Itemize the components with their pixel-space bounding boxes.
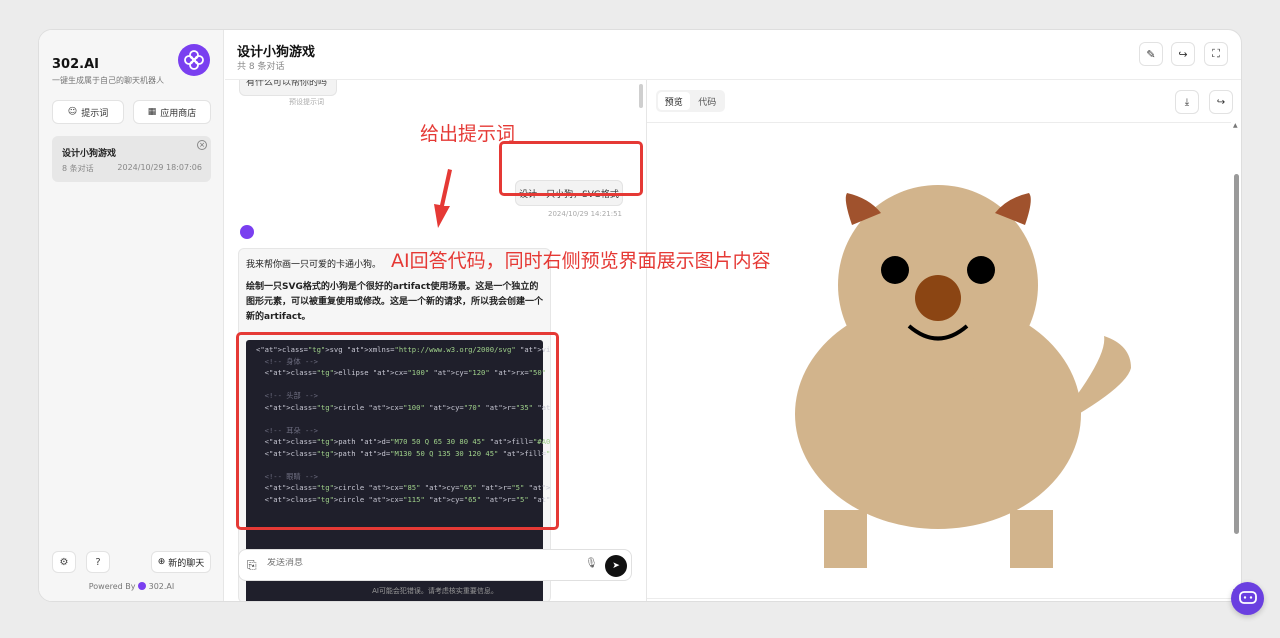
prompt-button-label: 提示词: [81, 108, 109, 119]
settings-button[interactable]: ⚙: [52, 551, 76, 573]
share-icon: ↪: [1178, 47, 1188, 61]
annotation-arrow-icon: [434, 169, 452, 228]
question-icon: ?: [95, 556, 101, 568]
dog-illustration: [795, 185, 1131, 568]
message-input[interactable]: [267, 558, 567, 568]
dog-nose: [915, 275, 961, 321]
grid-icon: ▦: [147, 107, 157, 117]
chat-bubble-icon: [1238, 590, 1257, 604]
conversation-title: 设计小狗游戏: [62, 149, 117, 159]
new-chat-label: 新的聊天: [168, 558, 205, 569]
conversation-count: 8 条对话: [62, 164, 94, 173]
dog-tail: [1077, 336, 1131, 415]
dog-eye-left: [881, 256, 909, 284]
dog-leg-left: [824, 510, 867, 568]
app-store-button-label: 应用商店: [160, 108, 197, 119]
preset-message-caption: 预设提示词: [289, 98, 324, 106]
dog-eye-right: [967, 256, 995, 284]
chat-scrollbar[interactable]: [639, 84, 643, 108]
microphone-icon[interactable]: 🎙: [585, 558, 598, 569]
chat-header: 设计小狗游戏 共 8 条对话 ✎ ↪ ⛶: [225, 30, 1241, 80]
app-store-button[interactable]: ▦ 应用商店: [133, 100, 211, 124]
pencil-icon: ✎: [1146, 47, 1156, 61]
fullscreen-button[interactable]: ⛶: [1204, 42, 1228, 66]
tab-preview[interactable]: 预览: [658, 92, 690, 110]
conversation-item[interactable]: 设计小狗游戏 8 条对话 2024/10/29 18:07:06 ×: [52, 136, 211, 182]
send-icon: ➤: [612, 561, 620, 571]
prompt-button[interactable]: ☺ 提示词: [52, 100, 124, 124]
conversation-meta: 8 条对话 2024/10/29 18:07:06: [62, 163, 202, 174]
tab-code[interactable]: 代码: [692, 92, 724, 110]
preset-message-text: 有什么可以帮你的吗: [246, 80, 328, 88]
brand-logo: [178, 44, 210, 76]
conversation-time: 2024/10/29 18:07:06: [117, 163, 202, 172]
download-button[interactable]: ⤓: [1175, 90, 1199, 114]
preview-scroll-thumb[interactable]: [1234, 174, 1239, 534]
plus-icon: ⊕: [157, 557, 166, 567]
brand-title: 302.AI: [52, 57, 99, 72]
annotation-prompt-box: [499, 141, 643, 196]
dog-leg-right: [1010, 510, 1053, 568]
new-chat-button[interactable]: ⊕ 新的聊天: [151, 551, 211, 573]
ai-avatar: [240, 225, 254, 239]
brand-dot-icon: [138, 582, 147, 590]
page-title: 设计小狗游戏: [237, 45, 316, 60]
view-tabs: 预览 代码: [656, 90, 725, 112]
close-icon[interactable]: ×: [197, 140, 207, 150]
brand-subtitle: 一键生成属于自己的聊天机器人: [52, 76, 164, 85]
gear-icon: ⚙: [59, 556, 69, 568]
annotation-code-box: [236, 332, 559, 530]
send-button[interactable]: ➤: [605, 555, 627, 577]
user-message-time: 2024/10/29 14:21:51: [548, 210, 623, 218]
powered-by: Powered By 302.AI: [39, 582, 224, 591]
share-icon: ↪: [1216, 96, 1226, 108]
download-icon: ⤓: [1184, 96, 1190, 108]
powered-by-label: Powered By: [88, 582, 136, 591]
clover-icon: [184, 50, 204, 70]
support-chat-button[interactable]: [1231, 582, 1264, 615]
share-button[interactable]: ↪: [1171, 42, 1195, 66]
sidebar: 302.AI 一键生成属于自己的聊天机器人 ☺ 提示词 ▦ 应用商店 设计小狗游…: [39, 30, 224, 601]
disclaimer: AI可能会犯错误。请考虑核实重要信息。: [372, 587, 498, 595]
app-window: 302.AI 一键生成属于自己的聊天机器人 ☺ 提示词 ▦ 应用商店 设计小狗游…: [38, 29, 1242, 602]
message-composer: ⎘ 🎙 ➤: [238, 549, 632, 581]
powered-by-brand: 302.AI: [148, 582, 175, 591]
help-button[interactable]: ?: [86, 551, 110, 573]
expand-icon: ⛶: [1212, 47, 1220, 60]
ai-detail-text: 绘制一只SVG格式的小狗是个很好的artifact使用场景。这是一个独立的图形元…: [246, 282, 544, 322]
paperclip-icon[interactable]: ⎘: [247, 558, 257, 573]
preview-scrollbar[interactable]: ▲ ▼: [1233, 122, 1240, 598]
annotation-answer-label: AI回答代码，同时右侧预览界面展示图片内容: [391, 250, 771, 272]
preview-share-button[interactable]: ↪: [1209, 90, 1233, 114]
artifact-panel: 预览 代码 ⤓ ↪ ▲ ▼: [646, 80, 1241, 601]
page-subtitle: 共 8 条对话: [237, 62, 285, 72]
preview-canvas: [647, 122, 1231, 599]
scroll-up-icon[interactable]: ▲: [1233, 122, 1238, 129]
edit-button[interactable]: ✎: [1139, 42, 1163, 66]
preset-message: 有什么可以帮你的吗: [239, 80, 337, 96]
robot-icon: ☺: [67, 107, 78, 117]
ai-intro-text: 我来帮你画一只可爱的卡通小狗。: [246, 260, 382, 270]
